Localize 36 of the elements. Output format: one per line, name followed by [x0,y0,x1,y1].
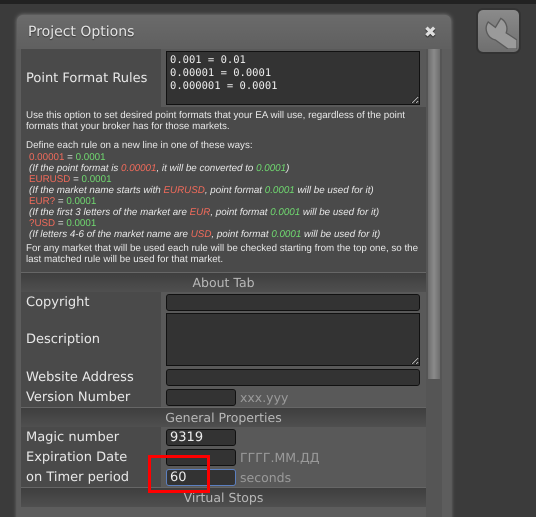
field-label: Magic number [25,428,120,446]
help-text: Use this option to set desired point formats that your EA will use, regardless of the point formats that your broker has for those markets. [26,110,406,132]
field-label: Point Format Rules [25,70,148,88]
field-label: Version Number [25,388,132,406]
field-label: Copyright [25,294,91,312]
field-hint: seconds [240,470,292,484]
rule-explanation: (If the market name starts with EURUSD, point format 0.0001 will be used for it) [29,185,375,196]
field-label: Expiration Date [25,448,128,466]
field-label: Website Address [25,368,135,386]
section-header: General Properties [21,407,426,427]
close-button[interactable]: ✖ [424,23,437,41]
section-header: Virtual Stops [21,487,426,507]
rule-example: EUR? = 0.0001 [29,196,98,207]
dialog-title: Project Options [28,24,134,40]
rules-textarea[interactable]: 0.001 = 0.01 0.00001 = 0.0001 0.000001 = 0.0001 [166,51,420,105]
field-hint: ГГГГ.ММ.ДД [240,450,320,464]
text-field[interactable]: 9319 [166,428,236,446]
rule-example: ?USD = 0.0001 [29,218,98,229]
text-field[interactable] [166,294,420,310]
text-field[interactable] [166,368,420,386]
text-area[interactable] [166,313,420,366]
field-hint: xxx.yyy [240,390,288,404]
settings-button[interactable] [476,8,521,54]
help-text: Define each rule on a new line in one of these ways: [26,140,254,151]
field-label: on Timer period [25,468,130,486]
help-text: For any market that will be used each rule will be checked starting from the top one, so the last matched rule will be used for that market. [26,243,420,265]
rule-explanation: (If the point format is 0.00001, it will be converted to 0.0001) [29,163,290,174]
section-header: About Tab [21,272,426,292]
field-label: Description [25,331,102,349]
rule-example: EURUSD = 0.0001 [29,174,113,185]
scrollbar[interactable] [426,49,442,517]
rule-explanation: (If letters 4-6 of the market name are USD, point format 0.0001 will be used for it) [29,229,382,240]
text-field[interactable] [166,388,236,406]
rule-example: 0.00001 = 0.0001 [29,152,107,163]
rule-explanation: (If the first 3 letters of the market are EUR, point format 0.0001 will be used for it) [29,207,380,218]
text-field[interactable]: 60 [166,468,236,486]
